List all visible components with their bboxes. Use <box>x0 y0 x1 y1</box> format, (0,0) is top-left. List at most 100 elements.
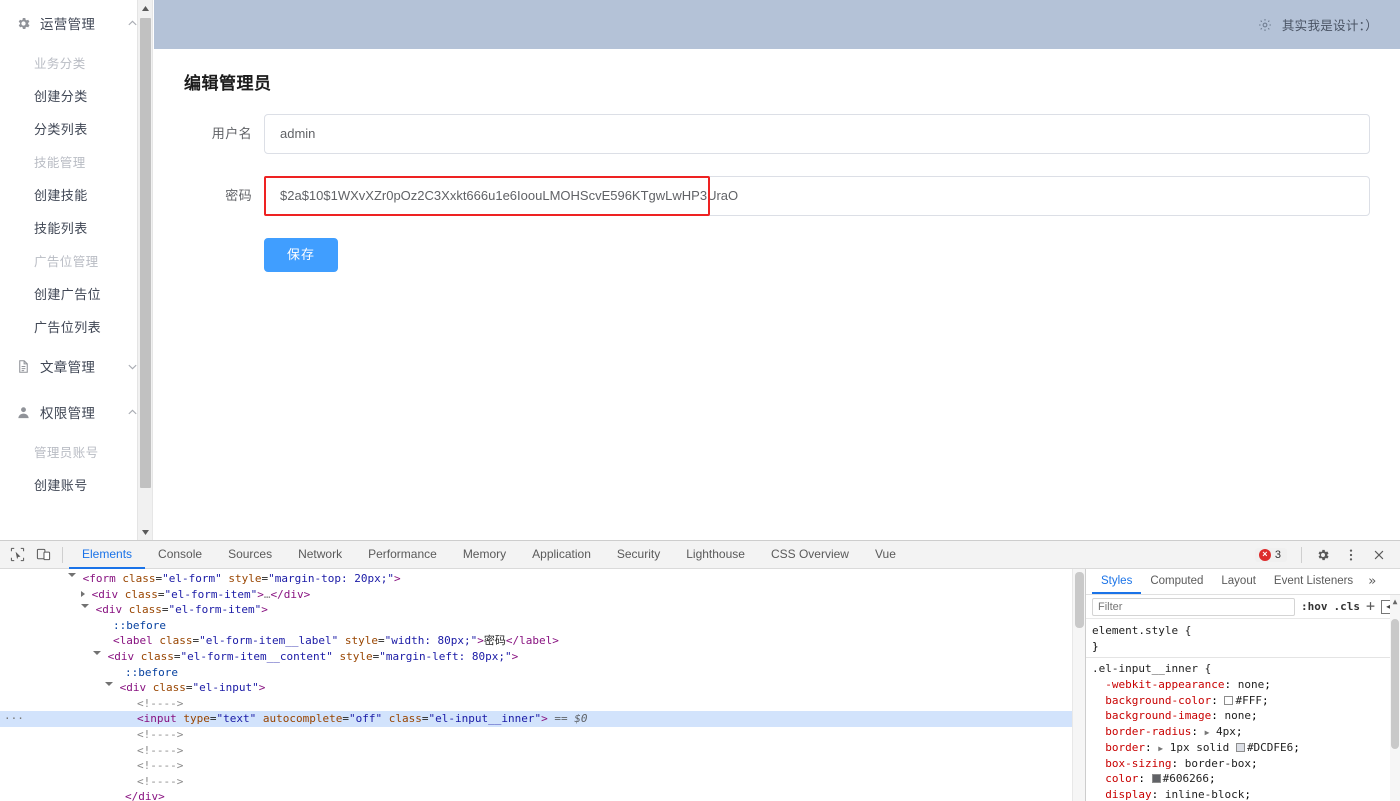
style-declaration[interactable]: border-radius: ▶ 4px; <box>1086 724 1400 740</box>
save-button[interactable]: 保存 <box>264 238 339 272</box>
top-header-bar: 其实我是设计：） <box>154 0 1400 49</box>
styles-scroll-thumb[interactable] <box>1391 619 1399 749</box>
dom-node[interactable]: ::before <box>0 618 1085 634</box>
devtools-tab-performance[interactable]: Performance <box>355 541 450 569</box>
sidebar-item[interactable]: 创建账号 <box>0 468 152 501</box>
sidebar-scroll-thumb[interactable] <box>140 18 151 488</box>
sidebar-subheader: 技能管理 <box>34 156 86 170</box>
expand-shorthand-icon[interactable]: ▶ <box>1158 744 1163 753</box>
sidebar-item[interactable]: 技能列表 <box>0 211 152 244</box>
devtools-tab-css-overview[interactable]: CSS Overview <box>758 541 862 569</box>
dom-node[interactable]: <form class="el-form" style="margin-top:… <box>0 571 1085 587</box>
error-count: 3 <box>1274 548 1281 561</box>
dom-node[interactable]: <div class="el-form-item__content" style… <box>0 649 1085 665</box>
form-field-control <box>264 114 1370 154</box>
devtools-tab-console[interactable]: Console <box>145 541 215 569</box>
kebab-menu-icon[interactable] <box>1338 543 1364 567</box>
expand-shorthand-icon[interactable]: ▶ <box>1205 728 1210 737</box>
sidebar-item[interactable]: 创建分类 <box>0 79 152 112</box>
dom-node-gutter[interactable]: ··· <box>4 711 24 727</box>
devtools-toolbar: Elements Console Sources Network Performance… <box>0 541 1400 569</box>
devtools-tab-network[interactable]: Network <box>285 541 355 569</box>
styles-tab-event-listeners[interactable]: Event Listeners <box>1265 569 1362 594</box>
dom-node[interactable]: ::before <box>0 665 1085 681</box>
dom-node[interactable]: <!----> <box>0 727 1085 743</box>
devtools-tab-sources[interactable]: Sources <box>215 541 285 569</box>
style-declaration[interactable]: display: inline-block; <box>1086 787 1400 801</box>
dom-node-selected[interactable]: ··· <input type="text" autocomplete="off"… <box>0 711 1085 727</box>
devtools-tab-memory[interactable]: Memory <box>450 541 519 569</box>
color-swatch[interactable] <box>1151 774 1161 784</box>
sidebar-group-2[interactable]: 文章管理 <box>0 343 152 389</box>
style-declaration[interactable]: -webkit-appearance: none; <box>1086 677 1400 693</box>
dom-tree-pane[interactable]: <form class="el-form" style="margin-top:… <box>0 569 1085 801</box>
styles-tab-styles[interactable]: Styles <box>1092 569 1142 594</box>
sidebar-scrollbar[interactable] <box>137 0 152 540</box>
styles-filter-input[interactable] <box>1092 597 1295 616</box>
styles-tab-strip: Styles Computed Layout Event Listeners» <box>1086 569 1400 595</box>
form-actions: 保存 <box>184 238 1370 272</box>
color-swatch[interactable] <box>1235 742 1245 752</box>
sidebar-item[interactable]: 分类列表 <box>0 112 152 145</box>
gear-icon[interactable] <box>1258 18 1272 32</box>
expand-triangle-icon[interactable] <box>68 573 76 580</box>
close-icon[interactable] <box>1366 543 1392 567</box>
dom-scroll-thumb[interactable] <box>1075 572 1084 628</box>
devtools-tab-vue[interactable]: Vue <box>862 541 909 569</box>
class-editor-toggle[interactable]: .cls <box>1333 600 1360 613</box>
dom-node[interactable]: <!----> <box>0 774 1085 790</box>
inspect-cursor-icon[interactable] <box>4 543 30 567</box>
toolbar-divider-2 <box>1301 546 1302 563</box>
style-declaration[interactable]: background-image: none; <box>1086 708 1400 724</box>
dom-node[interactable]: <div class="el-form-item">…</div> <box>0 587 1085 603</box>
dom-tree-scrollbar[interactable] <box>1072 569 1085 801</box>
sidebar-item[interactable]: 广告位列表 <box>0 310 152 343</box>
scroll-down-arrow-icon[interactable] <box>138 524 152 540</box>
devtools-tab-security[interactable]: Security <box>604 541 673 569</box>
error-badge[interactable]: × 3 <box>1254 547 1287 562</box>
devtools-tab-lighthouse[interactable]: Lighthouse <box>673 541 758 569</box>
device-toolbar-icon[interactable] <box>30 543 56 567</box>
password-input[interactable] <box>264 176 1370 216</box>
dom-node[interactable]: <!----> <box>0 758 1085 774</box>
styles-tab-layout[interactable]: Layout <box>1212 569 1265 594</box>
style-declaration[interactable]: border: ▶ 1px solid #DCDFE6; <box>1086 740 1400 756</box>
dom-node[interactable]: <label class="el-form-item__label" style… <box>0 633 1085 649</box>
dom-node[interactable]: <div class="el-form-item"> <box>0 602 1085 618</box>
dom-node[interactable]: <div class="el-input"> <box>0 680 1085 696</box>
expand-triangle-icon[interactable] <box>81 604 89 611</box>
devtools-tab-elements[interactable]: Elements <box>69 541 146 569</box>
sidebar-group-label: 运营管理 <box>40 17 96 32</box>
style-rule-selector[interactable]: .el-input__inner {</span> <box>1086 661 1400 677</box>
collapse-triangle-icon[interactable] <box>81 590 85 597</box>
styles-tab-computed[interactable]: Computed <box>1141 569 1212 594</box>
username-input[interactable] <box>264 114 1370 154</box>
style-declaration[interactable]: color: #606266; <box>1086 771 1400 787</box>
scroll-up-arrow-icon[interactable] <box>138 0 152 16</box>
error-dot-icon: × <box>1258 548 1271 561</box>
new-style-rule-button[interactable]: + <box>1366 599 1375 614</box>
dom-node[interactable]: </div> <box>0 789 1085 801</box>
style-declaration[interactable]: background-color: #FFF; <box>1086 693 1400 709</box>
gear-icon[interactable] <box>1310 543 1336 567</box>
sidebar-group-3[interactable]: 权限管理 <box>0 389 152 435</box>
style-rule-close: } <box>1092 639 1099 653</box>
dom-node[interactable]: <!----> <box>0 743 1085 759</box>
hover-state-toggle[interactable]: :hov <box>1301 600 1328 613</box>
expand-triangle-icon[interactable] <box>105 682 113 689</box>
sidebar-subheader: 管理员账号 <box>34 446 99 460</box>
expand-triangle-icon[interactable] <box>93 650 101 658</box>
style-rule-selector[interactable]: element.style { <box>1086 623 1400 639</box>
devtools-tab-application[interactable]: Application <box>519 541 604 569</box>
styles-rules-list: element.style {} .el-input__inner {</span… <box>1086 619 1400 801</box>
edit-admin-form: 用户名密码 保存 <box>184 114 1370 272</box>
styles-more-tabs-icon[interactable]: » <box>1362 569 1382 594</box>
style-declaration[interactable]: box-sizing: border-box; <box>1086 756 1400 772</box>
sidebar-group-1[interactable]: 运营管理 <box>0 0 152 46</box>
styles-scroll-up-icon[interactable]: ▲ <box>1390 595 1400 607</box>
color-swatch[interactable] <box>1224 695 1234 705</box>
styles-scrollbar[interactable]: ▲ <box>1390 595 1400 801</box>
sidebar-item[interactable]: 创建广告位 <box>0 277 152 310</box>
dom-node[interactable]: <!----> <box>0 696 1085 712</box>
sidebar-item[interactable]: 创建技能 <box>0 178 152 211</box>
